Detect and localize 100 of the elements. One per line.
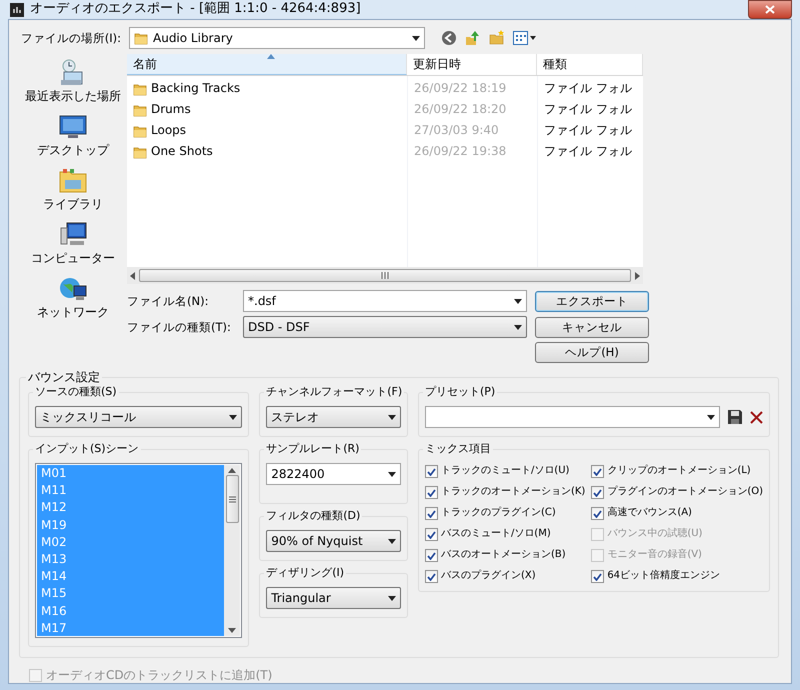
dialog-button[interactable]: ヘルプ(H) [535, 342, 649, 363]
checkmark-icon [426, 552, 436, 560]
group-label: ソースの種類(S) [33, 385, 119, 399]
folder-icon [133, 144, 147, 158]
checkbox[interactable] [591, 507, 604, 520]
grip-icon [228, 496, 236, 502]
checkbox-label[interactable]: クリップのオートメーション(L) [607, 465, 751, 478]
field-label: ファイルの種類(T): [127, 320, 232, 334]
checkmark-icon [593, 572, 602, 580]
checkmark-icon [426, 530, 436, 538]
back-icon[interactable] [441, 30, 457, 46]
checkmark-icon [426, 510, 436, 518]
checkbox-label[interactable]: 64ビット倍精度エンジン [607, 570, 720, 583]
sample-rate-dropdown[interactable]: 2822400 [266, 463, 401, 485]
channel-format-dropdown[interactable]: ステレオ [266, 406, 401, 428]
checkbox[interactable] [424, 570, 438, 583]
group-label: ミックス項目 [422, 442, 493, 456]
folder-name[interactable]: Drums [151, 102, 191, 117]
date-modified: 27/03/03 9:40 [414, 123, 499, 138]
checkbox[interactable] [424, 528, 438, 541]
group-label: チャンネルフォーマット(F) [264, 385, 404, 399]
save-icon[interactable] [728, 410, 742, 424]
filter-type-dropdown[interactable]: 90% of Nyquist [266, 530, 401, 552]
scroll-left-icon[interactable] [130, 272, 136, 280]
place-label[interactable]: ネットワーク [37, 305, 109, 320]
caret-icon [707, 414, 715, 420]
checkmark-icon [426, 468, 436, 476]
checkbox[interactable] [591, 465, 604, 478]
checkbox[interactable] [591, 570, 604, 583]
caret-icon [388, 472, 396, 476]
folder-name[interactable]: Loops [151, 123, 186, 138]
dialog-button[interactable]: エクスポート [535, 290, 649, 312]
caret-icon [514, 324, 522, 330]
checkbox-label[interactable]: トラックのミュート/ソロ(U) [440, 465, 570, 478]
checkmark-icon [593, 468, 602, 476]
checkbox[interactable] [591, 486, 604, 499]
scroll-up-icon[interactable] [228, 468, 236, 473]
checkmark-icon [426, 572, 436, 580]
close-button[interactable] [748, 0, 792, 19]
checkbox-label[interactable]: プラグインのオートメーション(O) [607, 486, 763, 499]
checkbox-label[interactable]: バスのオートメーション(B) [440, 549, 566, 562]
window-title: オーディオのエクスポート - [範囲 1:1:0 - 4264:4:893] [30, 1, 361, 18]
file-type: ファイル フォル [544, 123, 632, 138]
scroll-thumb[interactable] [139, 269, 631, 282]
checkbox[interactable] [424, 549, 438, 562]
location-label: ファイルの場所(I): [20, 30, 121, 46]
group-label: バウンス設定 [26, 370, 102, 385]
location-dropdown[interactable]: Audio Library [129, 27, 425, 49]
place-label[interactable]: コンピューター [31, 251, 115, 266]
checkbox-label[interactable]: 高速でバウンス(A) [607, 507, 692, 520]
place-label[interactable]: 最近表示した場所 [25, 89, 121, 104]
column-header[interactable]: 名前 [127, 54, 407, 75]
file-type: ファイル フォル [544, 102, 632, 117]
group-label: インプット(S)シーン [33, 442, 141, 456]
dithering-dropdown[interactable]: Triangular [266, 587, 401, 609]
checkbox[interactable] [424, 465, 438, 478]
place-label[interactable]: デスクトップ [37, 143, 109, 158]
preset-dropdown[interactable] [424, 406, 720, 428]
up-folder-icon[interactable] [465, 30, 481, 46]
scroll-thumb[interactable] [226, 475, 239, 523]
scroll-down-icon[interactable] [228, 628, 236, 633]
delete-icon[interactable] [750, 410, 763, 424]
vertical-scrollbar[interactable] [224, 465, 240, 636]
group-label: サンプルレート(R) [264, 442, 362, 456]
scroll-right-icon[interactable] [634, 272, 640, 280]
checkbox-label[interactable]: バスのプラグイン(X) [440, 570, 536, 583]
view-menu-icon[interactable] [513, 30, 537, 46]
caret-icon [514, 298, 522, 304]
folder-icon [133, 82, 147, 96]
checkbox-label[interactable]: バスのミュート/ソロ(M) [440, 528, 551, 541]
date-modified: 26/09/22 19:38 [414, 144, 506, 159]
close-icon [765, 5, 775, 14]
checkmark-icon [593, 488, 602, 496]
checkmark-icon [593, 510, 602, 518]
caret-icon [388, 538, 396, 544]
group-label: フィルタの種類(D) [264, 509, 362, 523]
folder-icon [133, 102, 147, 116]
checkbox[interactable] [424, 507, 438, 520]
column-header[interactable]: 更新日時 [407, 54, 537, 75]
group-label: ディザリング(I) [264, 566, 346, 580]
caret-icon [229, 414, 238, 420]
app-icon [10, 2, 24, 16]
checkbox[interactable] [424, 486, 438, 499]
horizontal-scrollbar[interactable] [127, 267, 643, 284]
file-type-dropdown[interactable]: DSD - DSF [243, 316, 527, 338]
folder-name[interactable]: One Shots [151, 144, 213, 159]
place-label[interactable]: ライブラリ [43, 197, 103, 212]
sort-arrow-icon [266, 54, 274, 59]
source-type-dropdown[interactable]: ミックスリコール [35, 406, 242, 428]
file-type: ファイル フォル [544, 81, 632, 96]
column-header[interactable]: 種類 [537, 54, 643, 75]
checkbox-label[interactable]: トラックのオートメーション(K) [440, 486, 586, 499]
folder-name[interactable]: Backing Tracks [151, 81, 240, 96]
file-name-field[interactable]: *.dsf [243, 290, 527, 312]
caret-icon [388, 596, 396, 600]
file-type: ファイル フォル [544, 144, 632, 159]
field-label: ファイル名(N): [127, 294, 210, 308]
checkbox-label[interactable]: トラックのプラグイン(C) [440, 507, 556, 520]
folder-icon [134, 31, 148, 45]
dialog-button[interactable]: キャンセル [535, 316, 649, 338]
